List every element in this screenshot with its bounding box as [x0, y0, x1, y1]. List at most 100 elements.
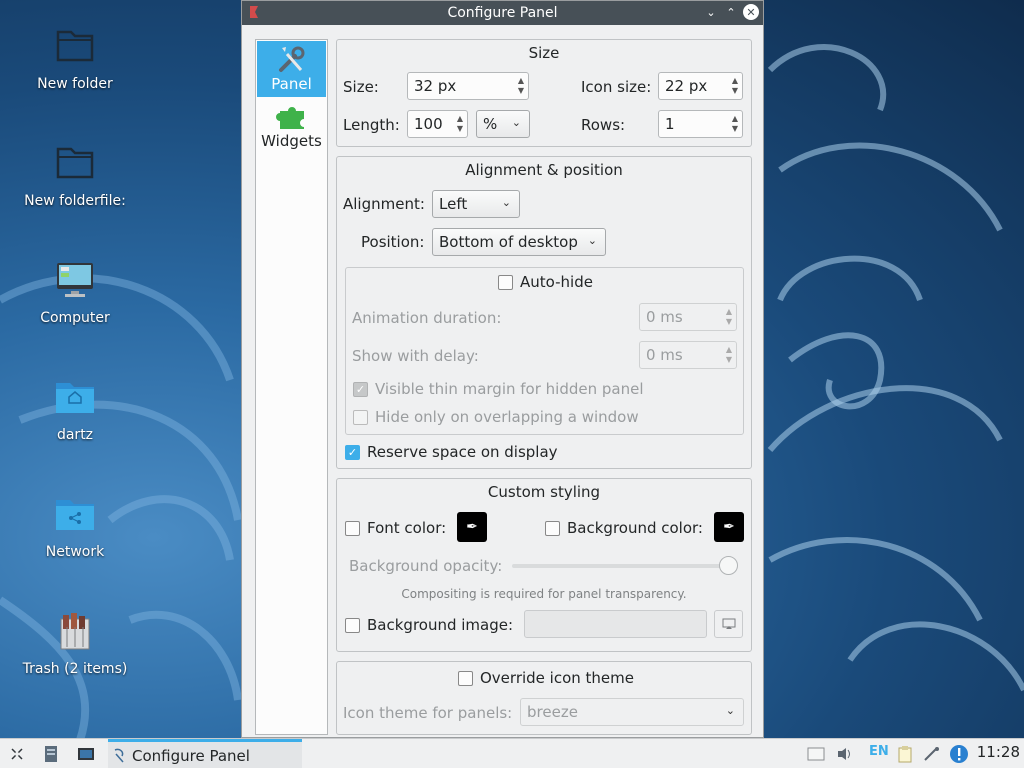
font-color-checkbox[interactable]: Font color:	[345, 519, 446, 537]
checkbox-icon[interactable]	[498, 274, 513, 290]
browse-image-button[interactable]	[714, 610, 743, 638]
terminal-icon[interactable]	[76, 744, 96, 764]
autohide-checkbox[interactable]: Auto-hide	[498, 273, 593, 291]
reserve-space-checkbox[interactable]: ✓ Reserve space on display	[345, 443, 558, 461]
length-label: Length:	[343, 116, 400, 134]
autohide-group: Auto-hide Animation duration: 0 ms ▲ ▼ Sh…	[345, 267, 744, 435]
checkbox-checked-icon[interactable]: ✓	[353, 381, 368, 397]
minimize-icon[interactable]: ⌄	[703, 4, 719, 20]
background-image-checkbox[interactable]: Background image:	[345, 616, 513, 634]
app-menu-icon[interactable]	[7, 744, 27, 764]
checkbox-icon[interactable]	[345, 520, 360, 536]
keyboard-layout-indicator[interactable]: EN	[869, 744, 889, 759]
spin-arrows-icon[interactable]: ▲ ▼	[518, 76, 524, 96]
window-titlebar[interactable]: Configure Panel ⌄ ⌃ ✕	[242, 1, 763, 25]
checkbox-icon[interactable]	[353, 409, 368, 425]
size-label: Size:	[343, 78, 379, 96]
thin-margin-label: Visible thin margin for hidden panel	[375, 380, 644, 398]
background-image-field[interactable]	[524, 610, 707, 638]
checkbox-icon[interactable]	[545, 520, 560, 536]
home-folder-icon	[53, 375, 97, 419]
length-unit-combo[interactable]: % ⌄	[476, 110, 530, 138]
icon-size-label: Icon size:	[581, 78, 652, 96]
maximize-icon[interactable]: ⌃	[723, 4, 739, 20]
desktop-icon-new-folderfile[interactable]: New folderfile:	[14, 141, 136, 209]
spin-arrows-icon[interactable]: ▲ ▼	[732, 114, 738, 134]
chevron-down-icon: ⌄	[511, 116, 521, 129]
checkbox-checked-icon[interactable]: ✓	[345, 444, 360, 460]
desktop-icon-network[interactable]: Network	[14, 492, 136, 560]
compositing-note: Compositing is required for panel transp…	[401, 587, 687, 601]
clock[interactable]: 11:28	[977, 743, 1020, 761]
chevron-down-icon: ⌄	[501, 196, 511, 209]
font-color-label: Font color:	[367, 519, 447, 537]
opacity-slider-handle[interactable]	[719, 556, 738, 575]
alignment-value: Left	[439, 195, 468, 213]
folder-icon	[53, 141, 97, 185]
background-color-picker-button[interactable]: ✒	[714, 512, 744, 542]
desktop-icon-label: New folderfile:	[24, 193, 126, 209]
file-manager-icon[interactable]	[41, 744, 61, 764]
desktop-icon-label: Trash (2 items)	[22, 661, 128, 677]
eyedropper-icon: ✒	[466, 519, 478, 535]
override-icon-theme-label: Override icon theme	[480, 669, 634, 687]
desktop-icon-label: Computer	[40, 310, 110, 326]
alignment-group: Alignment & position Alignment: Left ⌄ P…	[336, 156, 752, 469]
opacity-slider-track[interactable]	[512, 564, 734, 568]
taskbar-task-configure-panel[interactable]: Configure Panel	[108, 739, 302, 768]
length-unit-value: %	[483, 115, 498, 133]
spin-arrows-icon[interactable]: ▲ ▼	[726, 307, 732, 327]
desktop-icon-label: New folder	[37, 76, 113, 92]
background-color-label: Background color:	[567, 519, 703, 537]
computer-icon	[53, 258, 97, 302]
updates-notification-icon[interactable]	[949, 744, 969, 764]
spin-arrows-icon[interactable]: ▲ ▼	[457, 114, 463, 134]
background-opacity-label: Background opacity:	[349, 557, 503, 575]
group-title: Custom styling	[487, 483, 601, 501]
show-delay-spinbox[interactable]: 0 ms ▲ ▼	[639, 341, 737, 369]
desktop-icon-trash[interactable]: Trash (2 items)	[14, 609, 136, 677]
background-color-checkbox[interactable]: Background color:	[545, 519, 703, 537]
size-spinbox[interactable]: 32 px ▲ ▼	[407, 72, 529, 100]
checkbox-icon[interactable]	[345, 617, 360, 633]
rows-spinbox[interactable]: 1 ▲ ▼	[658, 110, 743, 138]
override-icon-theme-checkbox[interactable]: Override icon theme	[458, 669, 634, 687]
position-label: Position:	[361, 233, 425, 251]
sidebar-item-label: Widgets	[261, 132, 322, 150]
notes-icon[interactable]	[806, 744, 826, 764]
background-image-label: Background image:	[367, 616, 514, 634]
animation-duration-spinbox[interactable]: 0 ms ▲ ▼	[639, 303, 737, 331]
thin-margin-checkbox[interactable]: ✓ Visible thin margin for hidden panel	[353, 380, 644, 398]
icon-theme-combo[interactable]: breeze ⌄	[520, 698, 744, 726]
config-sidebar: Panel Widgets	[255, 39, 328, 735]
icon-theme-label: Icon theme for panels:	[343, 704, 513, 722]
network-icon[interactable]	[922, 744, 942, 764]
desktop-icon-computer[interactable]: Computer	[14, 258, 136, 326]
position-combo[interactable]: Bottom of desktop ⌄	[432, 228, 606, 256]
desktop-icon-dartz[interactable]: dartz	[14, 375, 136, 443]
checkbox-icon[interactable]	[458, 670, 473, 686]
spin-arrows-icon[interactable]: ▲ ▼	[732, 76, 738, 96]
folder-icon	[53, 24, 97, 68]
image-open-icon	[722, 618, 735, 629]
alignment-label: Alignment:	[343, 195, 425, 213]
length-value: 100	[414, 115, 443, 133]
alignment-combo[interactable]: Left ⌄	[432, 190, 520, 218]
desktop-icon-new-folder[interactable]: New folder	[14, 24, 136, 92]
eyedropper-icon: ✒	[723, 519, 735, 535]
sidebar-item-widgets[interactable]: Widgets	[256, 98, 327, 154]
overlap-checkbox[interactable]: Hide only on overlapping a window	[353, 408, 639, 426]
close-icon[interactable]: ✕	[743, 4, 759, 20]
icon-size-spinbox[interactable]: 22 px ▲ ▼	[658, 72, 743, 100]
length-spinbox[interactable]: 100 ▲ ▼	[407, 110, 468, 138]
spin-arrows-icon[interactable]: ▲ ▼	[726, 345, 732, 365]
size-group: Size Size: 32 px ▲ ▼ Icon size: 22 px ▲ ▼ …	[336, 39, 752, 147]
volume-icon[interactable]	[835, 744, 855, 764]
font-color-picker-button[interactable]: ✒	[457, 512, 487, 542]
configure-panel-window: Configure Panel ⌄ ⌃ ✕ Panel Widgets Size…	[241, 0, 764, 738]
position-value: Bottom of desktop	[439, 233, 578, 251]
sidebar-item-panel[interactable]: Panel	[257, 41, 326, 97]
clipboard-icon[interactable]	[895, 744, 915, 764]
show-delay-label: Show with delay:	[352, 347, 479, 365]
rows-value: 1	[665, 115, 675, 133]
